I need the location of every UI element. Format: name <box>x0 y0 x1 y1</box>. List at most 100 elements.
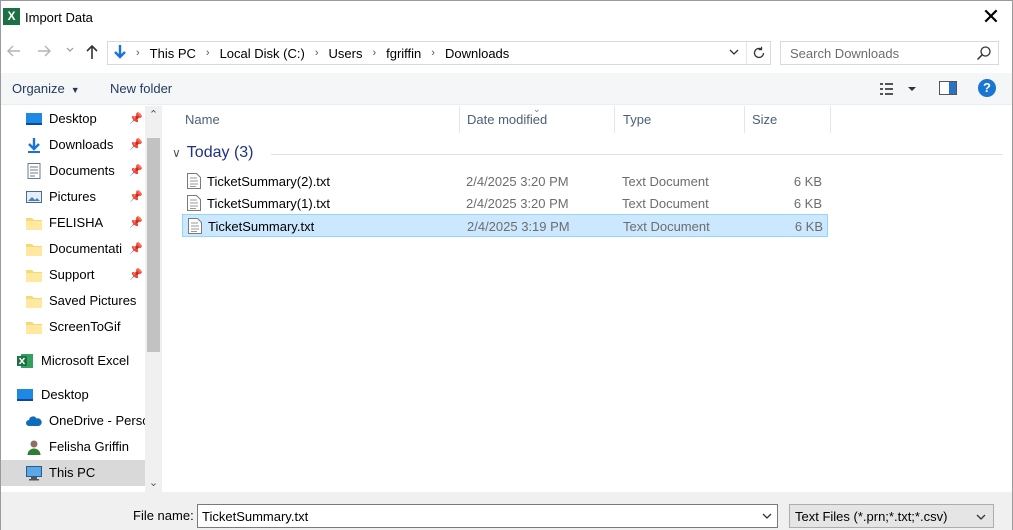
file-type: Text Document <box>622 174 709 189</box>
change-view-button[interactable] <box>879 81 919 97</box>
forward-button[interactable] <box>35 43 53 63</box>
caret-down-icon: ▼ <box>70 85 80 95</box>
refresh-button[interactable] <box>746 42 770 64</box>
pin-icon: 📌 <box>129 113 143 125</box>
breadcrumb-fgriffin[interactable]: fgriffin <box>380 46 427 61</box>
nav-item-label: Documents <box>49 163 115 178</box>
preview-pane-button[interactable] <box>939 81 957 95</box>
file-list: Name Date modified ⌄ Type Size ∨ Today (3… <box>163 104 1012 492</box>
excel-icon <box>17 354 33 368</box>
organize-menu[interactable]: Organize ▼ <box>12 81 80 96</box>
nav-item-label: Saved Pictures <box>49 293 137 308</box>
column-divider[interactable] <box>830 106 831 133</box>
nav-item-felisha-griffin[interactable]: Felisha Griffin <box>1 434 145 460</box>
back-button[interactable] <box>5 43 23 63</box>
nav-item-support[interactable]: Support 📌 <box>1 262 145 288</box>
nav-item-label: FELISHA <box>49 215 104 230</box>
file-name-combobox <box>197 504 778 528</box>
scroll-up-arrow-icon[interactable]: ⌃ <box>145 106 162 124</box>
file-name-field[interactable] <box>198 505 748 527</box>
column-divider[interactable] <box>744 106 745 133</box>
file-type: Text Document <box>622 196 709 211</box>
text-file-icon <box>187 195 201 211</box>
file-row[interactable]: TicketSummary(2).txt 2/4/2025 3:20 PM Te… <box>182 170 828 193</box>
nav-item-label: This PC <box>49 465 96 480</box>
command-toolbar: Organize ▼ New folder <box>1 73 1012 105</box>
search-input[interactable] <box>781 42 961 64</box>
group-divider <box>271 154 1003 155</box>
nav-item-label: Documentati <box>49 241 122 256</box>
folder-icon <box>26 218 42 230</box>
new-folder-button[interactable]: New folder <box>110 81 172 96</box>
nav-item-downloads[interactable]: Downloads 📌 <box>1 132 145 158</box>
file-date: 2/4/2025 3:20 PM <box>466 174 569 189</box>
refresh-icon <box>753 46 764 59</box>
chevron-down-icon <box>975 510 987 527</box>
nav-item-onedrive[interactable]: OneDrive - Persc <box>1 408 145 434</box>
close-button[interactable]: ✕ <box>978 5 1004 31</box>
nav-item-this-pc[interactable]: This PC <box>1 460 145 486</box>
nav-item-label: Downloads <box>49 137 114 152</box>
address-history-button[interactable] <box>728 44 740 63</box>
column-divider[interactable] <box>459 106 460 133</box>
breadcrumb: › This PC › Local Disk (C:) › Users › fg… <box>132 42 515 64</box>
breadcrumb-users[interactable]: Users <box>323 46 369 61</box>
help-button[interactable]: ? <box>978 79 996 97</box>
breadcrumb-downloads[interactable]: Downloads <box>439 46 515 61</box>
file-row-selected[interactable]: TicketSummary.txt 2/4/2025 3:19 PM Text … <box>182 214 828 237</box>
nav-item-desktop-root[interactable]: Desktop <box>1 382 145 408</box>
file-name: TicketSummary(1).txt <box>207 196 331 211</box>
search-box <box>780 41 999 65</box>
nav-item-microsoft-excel[interactable]: Microsoft Excel <box>1 348 145 374</box>
bottom-panel: File name: Text Files (*.prn;*.txt;*.csv… <box>1 492 1012 530</box>
chevron-right-icon: › <box>431 47 435 59</box>
folder-icon <box>26 322 42 334</box>
group-label: Today (3) <box>186 144 254 161</box>
breadcrumb-this-pc[interactable]: This PC <box>144 46 202 61</box>
up-button[interactable] <box>83 43 101 63</box>
desktop-icon <box>17 389 33 401</box>
text-file-icon <box>187 173 201 189</box>
navigation-pane: Desktop 📌 Downloads 📌 Documents 📌 Pictur… <box>1 106 161 492</box>
search-icon[interactable] <box>976 45 992 61</box>
column-header-name[interactable]: Name <box>185 106 459 133</box>
nav-item-label: Desktop <box>41 387 89 402</box>
nav-item-screentogif[interactable]: ScreenToGif <box>1 314 145 340</box>
file-type: Text Document <box>623 219 710 234</box>
group-header-today[interactable]: ∨ Today (3) <box>172 144 254 162</box>
chevron-down-icon: ∨ <box>172 146 181 160</box>
chevron-down-icon <box>729 49 739 55</box>
nav-item-label: OneDrive - Persc <box>49 413 145 428</box>
column-divider[interactable] <box>614 106 615 133</box>
column-header-type[interactable]: Type <box>623 106 743 133</box>
scroll-down-arrow-icon[interactable]: ⌄ <box>145 474 162 492</box>
file-row[interactable]: TicketSummary(1).txt 2/4/2025 3:20 PM Te… <box>182 192 828 215</box>
nav-item-saved-pictures[interactable]: Saved Pictures <box>1 288 145 314</box>
nav-item-documentation[interactable]: Documentati 📌 <box>1 236 145 262</box>
file-type-filter-value: Text Files (*.prn;*.txt;*.csv) <box>795 509 948 524</box>
file-type-filter-select[interactable]: Text Files (*.prn;*.txt;*.csv) <box>789 504 994 528</box>
pin-icon: 📌 <box>129 191 143 203</box>
file-date: 2/4/2025 3:20 PM <box>466 196 569 211</box>
chevron-down-icon[interactable] <box>761 509 773 526</box>
documents-icon <box>27 163 41 179</box>
folder-icon <box>26 296 42 308</box>
pin-icon: 📌 <box>129 165 143 177</box>
nav-item-documents[interactable]: Documents 📌 <box>1 158 145 184</box>
nav-item-pictures[interactable]: Pictures 📌 <box>1 184 145 210</box>
text-file-icon <box>188 218 202 234</box>
breadcrumb-local-disk[interactable]: Local Disk (C:) <box>214 46 311 61</box>
column-header-size[interactable]: Size <box>752 106 832 133</box>
nav-item-label: Microsoft Excel <box>41 353 130 368</box>
up-arrow-icon <box>86 44 98 59</box>
address-bar[interactable]: › This PC › Local Disk (C:) › Users › fg… <box>107 41 771 65</box>
pin-icon: 📌 <box>129 217 143 229</box>
recent-locations-button[interactable] <box>61 43 79 63</box>
nav-item-felisha[interactable]: FELISHA 📌 <box>1 210 145 236</box>
scroll-thumb[interactable] <box>147 138 160 352</box>
chevron-right-icon: › <box>205 47 210 59</box>
sort-indicator-icon: ⌄ <box>533 104 541 114</box>
nav-item-desktop-quick[interactable]: Desktop 📌 <box>1 106 145 132</box>
pictures-icon <box>26 191 42 203</box>
nav-scrollbar[interactable]: ⌃ ⌄ <box>145 106 162 492</box>
